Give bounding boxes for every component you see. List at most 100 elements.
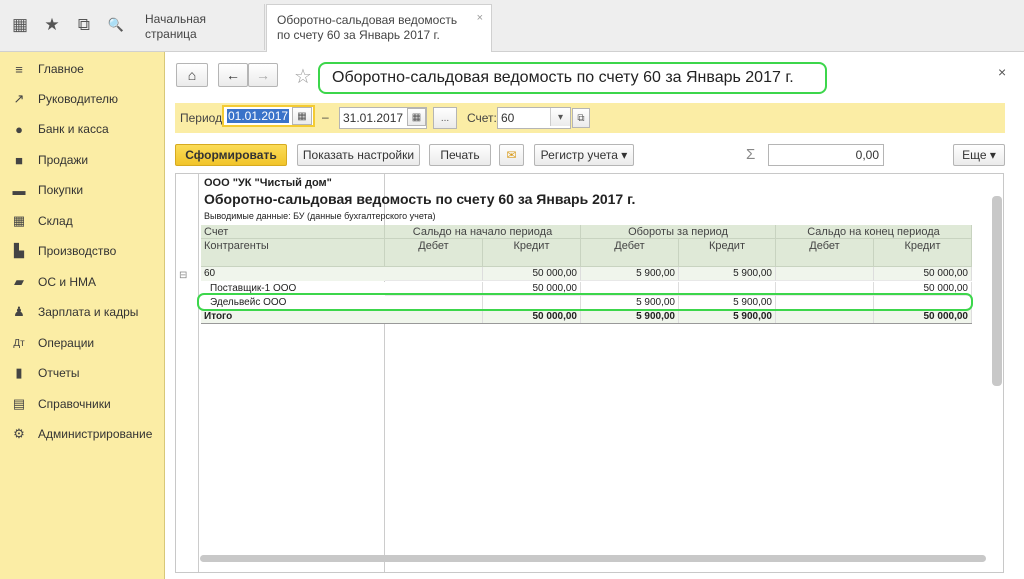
sidebar-item-warehouse[interactable]: ▦ Склад <box>0 207 165 235</box>
open-icon[interactable]: ⧉ <box>572 108 590 128</box>
back-button[interactable]: ← <box>218 63 248 87</box>
close-icon[interactable]: × <box>477 11 483 26</box>
table-cell <box>776 267 874 281</box>
truck-icon: ▰ <box>14 274 24 289</box>
sidebar-item-reports[interactable]: ▮ Отчеты <box>0 359 165 387</box>
sidebar-item-label: Зарплата и кадры <box>38 305 139 319</box>
forward-button[interactable]: → <box>248 63 278 87</box>
bar-chart-icon: ▮ <box>15 365 23 380</box>
bag-icon: ■ <box>15 152 23 168</box>
period-label: Период: <box>180 111 226 125</box>
sigma-icon: Σ <box>746 146 756 163</box>
favorite-star-icon[interactable]: ☆ <box>294 64 312 89</box>
header-opening-balance: Сальдо на начало периода <box>385 225 581 239</box>
page-title: Оборотно-сальдовая ведомость по счету 60… <box>318 62 827 94</box>
report-sheet: ООО "УК "Чистый дом" Оборотно-сальдовая … <box>175 173 1004 573</box>
org-name: ООО "УК "Чистый дом" <box>204 177 332 189</box>
output-data: Выводимые данные: БУ (данные бухгалтерск… <box>204 211 436 221</box>
header-debit: Дебет <box>581 239 679 267</box>
highlight-frame <box>197 293 973 311</box>
sidebar: ≡ Главное ↗ Руководителю ● Банк и касса ■ Пр… <box>0 52 165 579</box>
sidebar-item-sales[interactable]: ■ Продажи <box>0 146 165 174</box>
table-cell: 5 900,00 <box>581 267 679 281</box>
table-cell: 50 000,00 <box>483 267 581 281</box>
sidebar-item-admin[interactable]: ⚙ Администрирование <box>0 420 165 448</box>
sidebar-item-assets[interactable]: ▰ ОС и НМА <box>0 268 165 296</box>
header-credit: Кредит <box>874 239 972 267</box>
sidebar-item-production[interactable]: ▙ Производство <box>0 237 165 265</box>
report-title: Оборотно-сальдовая ведомость по счету 60… <box>204 191 636 207</box>
table-cell: 50 000,00 <box>874 267 972 281</box>
sidebar-item-label: Банк и касса <box>38 122 109 136</box>
sidebar-item-label: Продажи <box>38 153 89 167</box>
date-dash: – <box>322 110 329 124</box>
grid-icon[interactable]: ▦ <box>6 10 34 40</box>
print-button[interactable]: Печать <box>429 144 491 166</box>
sidebar-item-purchases[interactable]: ▬ Покупки <box>0 176 165 204</box>
calendar-icon[interactable]: ▦ <box>292 107 312 125</box>
close-icon[interactable]: × <box>998 64 1006 80</box>
horizontal-scrollbar[interactable] <box>196 553 990 565</box>
header-debit: Дебет <box>776 239 874 267</box>
tab-report[interactable]: Оборотно-сальдовая ведомость по счету 60… <box>266 4 492 52</box>
table-cell <box>385 310 483 324</box>
sidebar-item-bank[interactable]: ● Банк и касса <box>0 115 165 143</box>
sidebar-item-label: Справочники <box>38 397 111 411</box>
table-cell: 5 900,00 <box>679 267 776 281</box>
sidebar-item-references[interactable]: ▤ Справочники <box>0 390 165 418</box>
sidebar-item-label: Отчеты <box>38 366 80 380</box>
home-button[interactable]: ⌂ <box>176 63 208 87</box>
vertical-scrollbar[interactable] <box>992 192 1002 572</box>
show-settings-button[interactable]: Показать настройки <box>297 144 420 166</box>
tab-report-label: Оборотно-сальдовая ведомость по счету 60… <box>277 13 458 42</box>
table-cell <box>776 310 874 324</box>
header-account: Счет <box>201 225 385 239</box>
sidebar-item-salary[interactable]: ♟ Зарплата и кадры <box>0 298 165 326</box>
register-label: Регистр учета <box>540 148 618 162</box>
chevron-down-icon[interactable]: ▾ <box>550 108 570 126</box>
table-cell: 50 000,00 <box>874 310 972 324</box>
report-form: ⌂ ← → ☆ Оборотно-сальдовая ведомость по … <box>166 52 1024 579</box>
sidebar-item-manager[interactable]: ↗ Руководителю <box>0 85 165 113</box>
header-contractors: Контрагенты <box>201 239 385 267</box>
book-icon: ▤ <box>12 396 26 411</box>
trend-icon: ↗ <box>13 91 25 106</box>
header-credit: Кредит <box>679 239 776 267</box>
date-from-value: 01.01.2017 <box>227 109 290 123</box>
period-bar: Период: 01.01.2017 ▦ – 31.01.2017 ▦ ... … <box>175 103 1005 133</box>
register-button[interactable]: Регистр учета ▾ <box>534 144 634 166</box>
sidebar-item-label: Производство <box>38 244 117 258</box>
cart-icon: ▬ <box>12 182 26 198</box>
history-icon[interactable]: ⧉ <box>70 10 98 40</box>
factory-icon: ▙ <box>14 243 24 258</box>
person-icon: ♟ <box>13 304 25 319</box>
period-select-button[interactable]: ... <box>433 107 457 129</box>
header-turnover: Обороты за период <box>581 225 776 239</box>
collapse-icon[interactable]: ⊟ <box>179 270 187 281</box>
sidebar-item-label: Главное <box>38 62 84 76</box>
more-button[interactable]: Еще ▾ <box>953 144 1005 166</box>
table-cell: 50 000,00 <box>483 310 581 324</box>
table-cell: 5 900,00 <box>581 310 679 324</box>
account-label: Счет: <box>467 111 497 125</box>
table-cell <box>385 267 483 281</box>
sidebar-item-label: Склад <box>38 214 73 228</box>
email-icon[interactable]: ✉ <box>499 144 524 166</box>
arrow-left-icon: ← <box>226 67 240 83</box>
header-closing-balance: Сальдо на конец периода <box>776 225 972 239</box>
calendar-icon[interactable]: ▦ <box>407 108 426 126</box>
top-bar: ▦ ★ ⧉ 🔍 Начальная страница Оборотно-саль… <box>0 0 1024 52</box>
sidebar-item-label: Руководителю <box>38 92 119 106</box>
search-icon[interactable]: 🔍 <box>102 10 130 40</box>
more-label: Еще <box>962 148 987 162</box>
sidebar-item-operations[interactable]: Дт Операции <box>0 329 165 357</box>
sidebar-item-label: Администрирование <box>38 427 153 441</box>
sidebar-item-label: ОС и НМА <box>38 275 97 289</box>
tab-home[interactable]: Начальная страница <box>135 4 265 50</box>
star-icon[interactable]: ★ <box>38 10 66 40</box>
sidebar-item-main[interactable]: ≡ Главное <box>0 55 165 83</box>
debit-credit-icon: Дт <box>13 337 25 349</box>
warehouse-icon: ▦ <box>12 213 26 228</box>
table-cell: 5 900,00 <box>679 310 776 324</box>
generate-button[interactable]: Сформировать <box>175 144 287 166</box>
